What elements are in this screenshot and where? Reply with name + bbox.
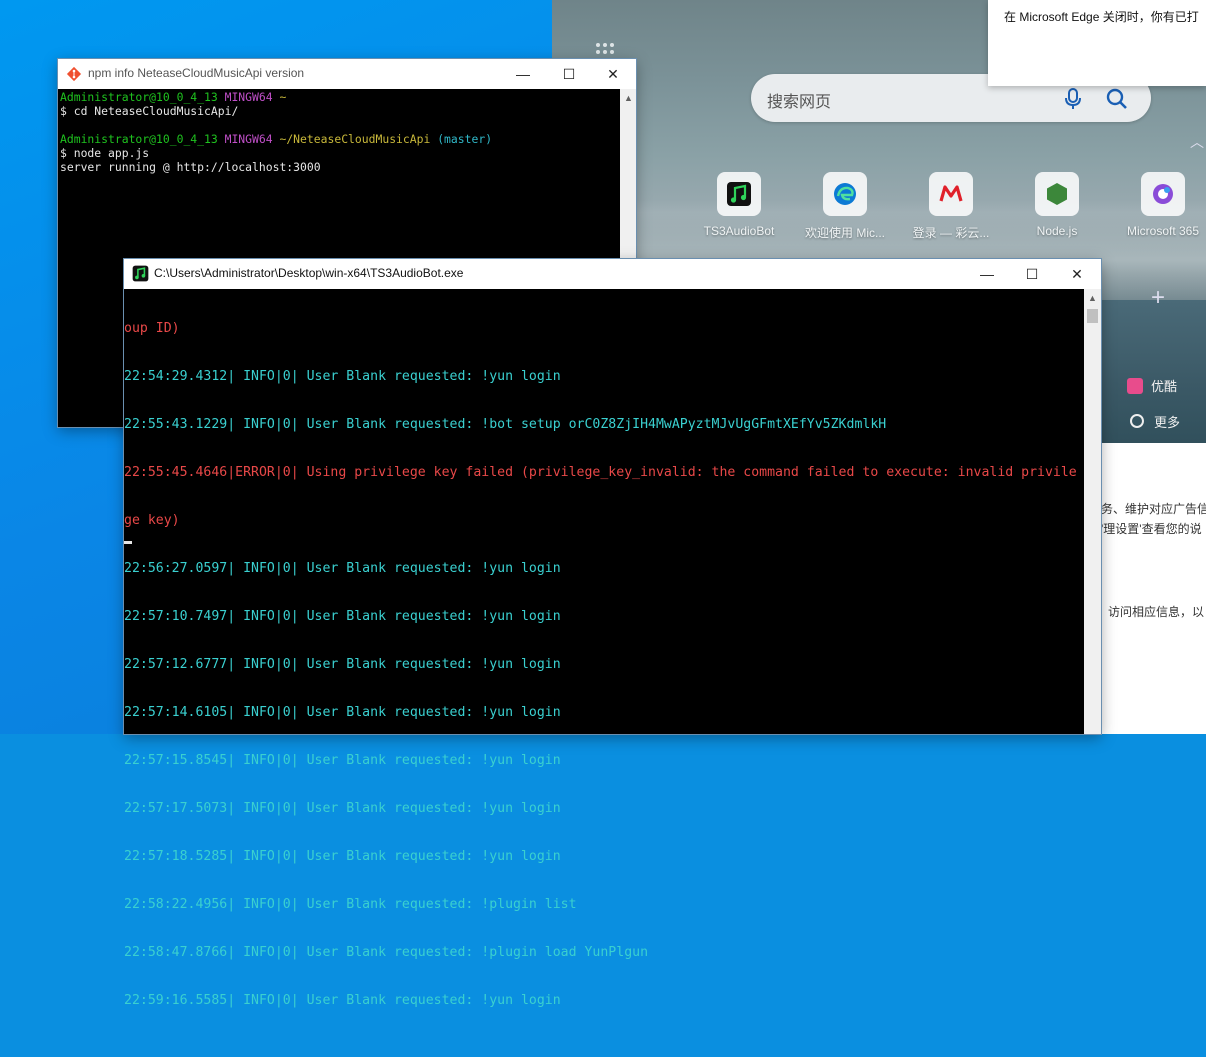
- log-line: 22:54:29.4312| INFO|0| User Blank reques…: [124, 369, 561, 384]
- window-title: npm info NeteaseCloudMusicApi version: [88, 66, 305, 80]
- log-line: 22:57:12.6777| INFO|0| User Blank reques…: [124, 657, 561, 672]
- minimize-button[interactable]: —: [500, 59, 546, 89]
- quick-link-label: TS3AudioBot: [703, 224, 775, 238]
- log-line: ge key): [124, 513, 180, 528]
- notification-text: 在 Microsoft Edge 关闭时，你有已打: [1004, 10, 1199, 24]
- edge-notification[interactable]: 在 Microsoft Edge 关闭时，你有已打: [988, 0, 1206, 86]
- quick-link-label: 登录 — 彩云...: [912, 226, 990, 240]
- quick-link-nodejs[interactable]: Node.js: [1012, 172, 1102, 238]
- ts3audiobot-console-window[interactable]: C:\Users\Administrator\Desktop\win-x64\T…: [124, 259, 1101, 1008]
- nodejs-hexagon-icon: [1047, 183, 1067, 205]
- terminal-line: $ node app.js: [60, 146, 150, 160]
- maximize-button[interactable]: ☐: [546, 59, 592, 89]
- window-title: C:\Users\Administrator\Desktop\win-x64\T…: [154, 266, 464, 280]
- log-line: 22:57:18.5285| INFO|0| User Blank reques…: [124, 849, 561, 864]
- log-line: 22:55:45.4646|ERROR|0| Using privilege k…: [124, 465, 1077, 480]
- log-line: 22:59:16.5585| INFO|0| User Blank reques…: [124, 993, 561, 1008]
- apps-grid-icon[interactable]: [596, 43, 614, 59]
- log-line: oup ID): [124, 321, 180, 336]
- m-logo-icon: [939, 185, 963, 202]
- log-line: 22:57:15.8545| INFO|0| User Blank reques…: [124, 753, 561, 768]
- music-note-icon: [132, 265, 149, 282]
- prompt-line: Administrator@10_0_4_13 MINGW64 ~: [60, 90, 287, 104]
- prompt-line: Administrator@10_0_4_13 MINGW64 ~/Neteas…: [60, 132, 493, 146]
- close-button[interactable]: ✕: [590, 59, 636, 89]
- chevron-up-icon[interactable]: ︿: [1190, 132, 1204, 152]
- edge-content-panel: 务、维护对应广告信 '理设置'查看您的说 访问相应信息，以: [1101, 443, 1206, 734]
- edge-content-text: 务、维护对应广告信: [1101, 502, 1206, 516]
- m365-logo-icon: [1153, 184, 1173, 204]
- quick-link-microsoft-welcome[interactable]: 欢迎使用 Mic...: [800, 172, 890, 241]
- log-line: 22:56:27.0597| INFO|0| User Blank reques…: [124, 561, 561, 576]
- scroll-up-arrow-icon[interactable]: ▲: [1088, 293, 1097, 303]
- edge-content-text: '理设置'查看您的说: [1101, 522, 1202, 536]
- quick-link-label: 欢迎使用 Mic...: [805, 226, 885, 240]
- log-line: 22:57:17.5073| INFO|0| User Blank reques…: [124, 801, 561, 816]
- scrollbar-thumb[interactable]: [1087, 309, 1098, 323]
- text-cursor: [124, 541, 132, 544]
- log-line: 22:57:10.7497| INFO|0| User Blank reques…: [124, 609, 561, 624]
- add-shortcut-icon[interactable]: +: [1151, 284, 1165, 312]
- music-note-icon: [727, 182, 751, 206]
- console-titlebar[interactable]: C:\Users\Administrator\Desktop\win-x64\T…: [124, 259, 1101, 289]
- edge-logo-icon: [834, 183, 856, 205]
- minimize-button[interactable]: —: [964, 259, 1010, 289]
- side-item-label: 优酷: [1151, 379, 1178, 394]
- search-icon[interactable]: [1106, 88, 1128, 110]
- youku-icon: [1127, 378, 1143, 394]
- close-button[interactable]: ✕: [1054, 259, 1100, 289]
- git-bash-titlebar[interactable]: npm info NeteaseCloudMusicApi version — …: [58, 59, 636, 89]
- search-placeholder: 搜索网页: [767, 94, 832, 111]
- quick-link-microsoft-365[interactable]: Microsoft 365: [1118, 172, 1206, 238]
- terminal-line: $ cd NeteaseCloudMusicApi/: [60, 104, 239, 118]
- side-item-youku[interactable]: 优酷: [1127, 376, 1177, 395]
- log-line: 22:55:43.1229| INFO|0| User Blank reques…: [124, 417, 887, 432]
- quick-link-label: Node.js: [1036, 224, 1078, 238]
- log-line: 22:58:22.4956| INFO|0| User Blank reques…: [124, 897, 577, 912]
- more-icon: [1130, 414, 1144, 428]
- console-scrollbar[interactable]: ▲: [1084, 289, 1101, 734]
- git-diamond-icon: [66, 66, 82, 82]
- quick-link-label: Microsoft 365: [1126, 224, 1200, 238]
- edge-content-text: 访问相应信息，以: [1108, 605, 1205, 619]
- log-line: 22:58:47.8766| INFO|0| User Blank reques…: [124, 945, 649, 960]
- log-line: 22:57:14.6105| INFO|0| User Blank reques…: [124, 705, 561, 720]
- console-output[interactable]: oup ID) 22:54:29.4312| INFO|0| User Blan…: [124, 289, 1083, 1008]
- maximize-button[interactable]: ☐: [1009, 259, 1055, 289]
- terminal-line: server running @ http://localhost:3000: [60, 160, 321, 174]
- quick-link-caiyun-login[interactable]: 登录 — 彩云...: [906, 172, 996, 241]
- microphone-icon[interactable]: [1063, 88, 1083, 110]
- side-item-label: 更多: [1154, 415, 1181, 430]
- side-item-more[interactable]: 更多: [1130, 412, 1180, 431]
- quick-link-ts3audiobot[interactable]: TS3AudioBot: [694, 172, 784, 238]
